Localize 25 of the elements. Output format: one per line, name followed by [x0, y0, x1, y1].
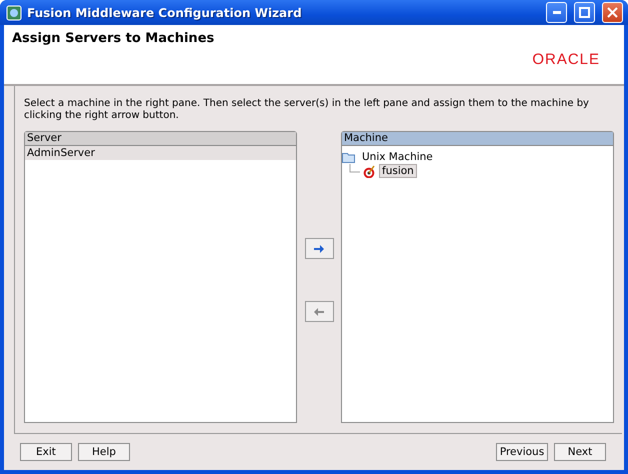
app-icon [6, 4, 22, 20]
minimize-button[interactable] [546, 2, 567, 23]
left-arrow-icon [314, 308, 324, 316]
footer-button[interactable]: Help [78, 443, 130, 461]
maximize-button[interactable] [574, 2, 595, 23]
footer-button[interactable]: Previous [496, 443, 548, 461]
window-title: Fusion Middleware Configuration Wizard [27, 6, 303, 20]
footer-button[interactable]: Exit [20, 443, 72, 461]
instructions: Select a machine in the right pane. Then select the server(s) in the left pane and assign them to the machine by clicking the right arrow button. [24, 98, 590, 122]
close-button[interactable] [602, 2, 623, 23]
tree-item[interactable]: fusion [379, 164, 417, 178]
maximize-icon [579, 7, 590, 18]
folder-icon [342, 152, 356, 162]
right-arrow-icon [314, 244, 324, 252]
target-icon [363, 164, 376, 178]
close-icon [607, 7, 618, 18]
page-title: Assign Servers to Machines [12, 31, 214, 48]
tree-item[interactable]: Unix Machine [359, 150, 436, 164]
minimize-icon [552, 11, 560, 14]
arrow-button[interactable] [304, 238, 334, 259]
logo: ORACLE [532, 51, 600, 68]
column-header: Machine [342, 132, 613, 146]
footer-button[interactable]: Next [554, 443, 606, 461]
list-item[interactable]: AdminServer [25, 146, 296, 160]
column-header: Server [25, 132, 296, 146]
